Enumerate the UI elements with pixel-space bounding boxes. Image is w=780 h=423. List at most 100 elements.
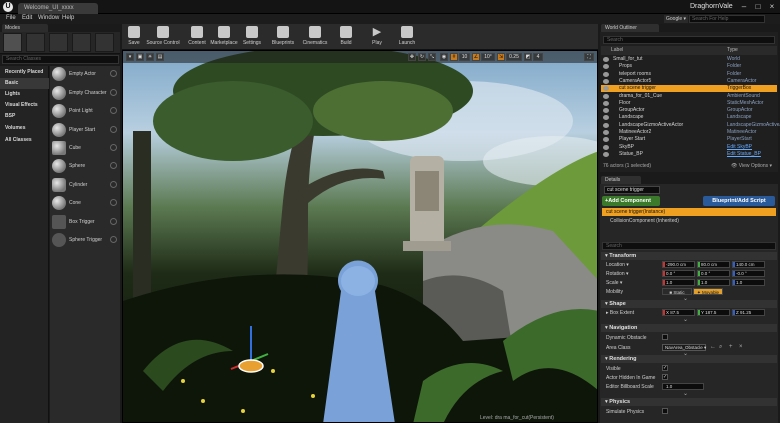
outliner-row-type[interactable]: Edit SkyBP	[727, 144, 752, 151]
eye-icon[interactable]	[603, 122, 609, 128]
menu-help[interactable]: Help	[62, 15, 74, 21]
save-button[interactable]: Save	[124, 25, 144, 49]
section-transform[interactable]: ▾ Transform	[601, 252, 777, 260]
section-navigation[interactable]: ▾ Navigation	[601, 324, 777, 332]
find-icon[interactable]: ⌕	[719, 344, 722, 351]
help-icon[interactable]	[110, 181, 117, 188]
component-root[interactable]: cut scene trigger(Instance)	[602, 208, 776, 216]
blueprints-button[interactable]: Blueprints	[270, 25, 296, 49]
scale-y-field[interactable]: 1.0	[697, 279, 730, 286]
outliner-row[interactable]: Statue_BP Edit Statue_BP	[601, 151, 777, 158]
help-icon[interactable]	[110, 218, 117, 225]
outliner-row[interactable]: Landscape Landscape	[601, 114, 777, 121]
help-icon[interactable]	[110, 236, 117, 243]
place-item[interactable]: Cone	[52, 195, 118, 212]
rotation-snap-icon[interactable]: ∠	[472, 53, 480, 61]
play-button[interactable]: ▶ Play	[368, 25, 386, 49]
location-x-field[interactable]: -290.0 cm	[662, 261, 695, 268]
category-basic[interactable]: Basic	[0, 78, 49, 89]
perspective-icon[interactable]: ▣	[136, 53, 144, 61]
expand-chevron-icon[interactable]: ⌄	[683, 316, 688, 323]
component-collision[interactable]: CollisionComponent (Inherited)	[610, 218, 679, 224]
eye-icon[interactable]	[603, 108, 609, 114]
rotate-tool-icon[interactable]: ↻	[418, 53, 426, 61]
outliner-row[interactable]: Player Start PlayerStart	[601, 136, 777, 143]
place-item[interactable]: Sphere Trigger	[52, 232, 118, 249]
grid-snap-icon[interactable]: #	[450, 53, 458, 61]
menu-file[interactable]: File	[6, 15, 16, 21]
outliner-row[interactable]: Props Folder	[601, 63, 777, 70]
details-search-input[interactable]: Search	[602, 242, 776, 250]
mobility-static-button[interactable]: ■ Static	[662, 288, 692, 295]
content-button[interactable]: Content	[186, 25, 208, 49]
rotation-x-field[interactable]: 0.0 °	[662, 270, 695, 277]
location-y-field[interactable]: 80.0 cm	[697, 261, 730, 268]
settings-button[interactable]: Settings	[241, 25, 263, 49]
scale-z-field[interactable]: 1.0	[732, 279, 765, 286]
outliner-row[interactable]: SkyBP Edit SkyBP	[601, 144, 777, 151]
scale-tool-icon[interactable]: ⤡	[428, 53, 436, 61]
place-item[interactable]: Empty Character	[52, 85, 118, 102]
clear-icon[interactable]: ×	[739, 344, 743, 350]
box-extent-z-field[interactable]: Z 91.25	[732, 309, 765, 316]
outliner-row[interactable]: LandscapeGizmoActiveActor LandscapeGizmoA…	[601, 122, 780, 129]
help-icon[interactable]	[110, 107, 117, 114]
maximize-icon[interactable]: □	[752, 2, 764, 12]
search-engine-dropdown[interactable]: Google ▾	[664, 15, 688, 23]
category-bsp[interactable]: BSP	[0, 111, 49, 122]
menu-edit[interactable]: Edit	[22, 15, 32, 21]
rotation-label[interactable]: Rotation ▾	[606, 271, 629, 277]
scale-x-field[interactable]: 1.0	[662, 279, 695, 286]
details-tab[interactable]: Details	[601, 176, 641, 184]
add-component-button[interactable]: +Add Component	[602, 196, 660, 206]
outliner-row[interactable]: cut scene trigger TriggerBox	[601, 85, 777, 93]
eye-icon[interactable]	[603, 64, 609, 70]
box-extent-label[interactable]: ▸ Box Extent	[606, 310, 634, 316]
search-classes-input[interactable]: Search Classes	[2, 55, 119, 64]
help-search-input[interactable]: Search For Help	[689, 15, 765, 23]
category-volumes[interactable]: Volumes	[0, 123, 49, 134]
dynamic-obstacle-checkbox[interactable]	[662, 334, 668, 340]
place-item[interactable]: Cube	[52, 140, 118, 157]
category-recently-placed[interactable]: Recently Placed	[0, 67, 49, 78]
help-icon[interactable]	[110, 199, 117, 206]
outliner-search-input[interactable]: Search	[603, 36, 775, 44]
outliner-row[interactable]: CameraActor5 CameraActor	[601, 78, 777, 85]
outliner-row[interactable]: GroupActor GroupActor	[601, 107, 777, 114]
level-viewport[interactable]	[122, 50, 598, 423]
actor-hidden-checkbox[interactable]: ✓	[662, 374, 668, 380]
help-icon[interactable]	[110, 70, 117, 77]
source-control-button[interactable]: Source Control	[146, 25, 180, 49]
help-icon[interactable]	[110, 126, 117, 133]
eye-icon[interactable]	[603, 151, 609, 157]
world-outliner-tab[interactable]: World Outliner	[601, 24, 659, 32]
minimize-icon[interactable]: –	[738, 2, 750, 12]
landscape-mode-icon[interactable]	[49, 33, 68, 52]
help-icon[interactable]	[110, 144, 117, 151]
place-item[interactable]: Player Start	[52, 122, 118, 139]
translate-tool-icon[interactable]: ✥	[408, 53, 416, 61]
help-icon[interactable]	[110, 89, 117, 96]
add-icon[interactable]: +	[729, 344, 733, 350]
marketplace-button[interactable]: Marketplace	[210, 25, 238, 49]
place-item[interactable]: Sphere	[52, 158, 118, 175]
eye-icon[interactable]	[603, 100, 609, 106]
eye-icon[interactable]	[603, 130, 609, 135]
outliner-row-type[interactable]: Edit Statue_BP	[727, 151, 761, 158]
eye-icon[interactable]	[603, 71, 609, 77]
document-tab[interactable]: Welcome_UI_xxxx	[18, 3, 98, 14]
viewport-options-icon[interactable]: ▾	[126, 53, 134, 61]
help-icon[interactable]	[110, 162, 117, 169]
rotation-z-field[interactable]: -0.0 °	[732, 270, 765, 277]
box-extent-y-field[interactable]: Y 187.5	[697, 309, 730, 316]
location-z-field[interactable]: 140.0 cm	[732, 261, 765, 268]
place-item[interactable]: Empty Actor	[52, 66, 118, 83]
outliner-row[interactable]: teleport rooms Folder	[601, 71, 777, 78]
place-item[interactable]: Box Trigger	[52, 214, 118, 231]
menu-window[interactable]: Window	[38, 15, 59, 21]
launch-button[interactable]: Launch	[396, 25, 418, 49]
outliner-row[interactable]: Small_for_tut World	[601, 56, 777, 63]
outliner-row[interactable]: Floor StaticMeshActor	[601, 100, 777, 107]
rotation-snap-value[interactable]: 10°	[481, 53, 495, 61]
maximize-viewport-icon[interactable]: ⛶	[584, 53, 594, 61]
